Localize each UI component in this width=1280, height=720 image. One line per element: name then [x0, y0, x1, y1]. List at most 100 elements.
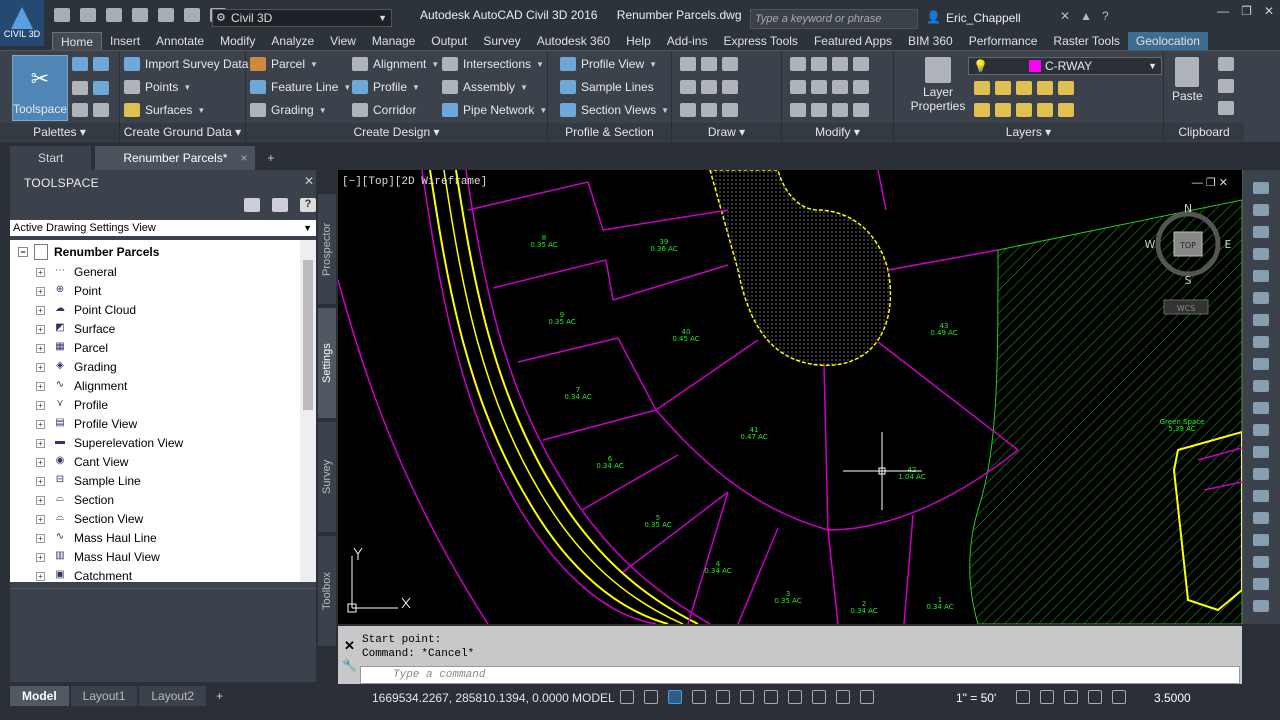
- expand-icon[interactable]: +: [36, 552, 45, 562]
- tab-geolocation[interactable]: Geolocation: [1127, 32, 1208, 50]
- modify-row-3[interactable]: [790, 103, 869, 117]
- viewcube-east[interactable]: E: [1225, 238, 1232, 251]
- transparency-icon[interactable]: [812, 690, 826, 704]
- layer-tools-row-1[interactable]: [974, 81, 1074, 95]
- customize-icon[interactable]: 🔧: [342, 658, 357, 672]
- modify-row-2[interactable]: [790, 80, 869, 94]
- tab-raster-tools[interactable]: Raster Tools: [1045, 32, 1127, 50]
- layer-tools-row-2[interactable]: [974, 103, 1074, 117]
- file-tab-renumber-parcels[interactable]: Renumber Parcels* ×: [95, 146, 256, 170]
- tab-performance[interactable]: Performance: [961, 32, 1046, 50]
- parcel-button[interactable]: Parcel ▼: [250, 57, 318, 71]
- create-ground-title[interactable]: Create Ground Data ▾: [120, 123, 245, 141]
- layer-properties-button[interactable]: Layer Properties: [910, 57, 966, 113]
- toggle-item-view-icon[interactable]: [272, 198, 288, 212]
- surfaces-button[interactable]: Surfaces ▼: [124, 103, 205, 117]
- palette-btn-1[interactable]: [72, 57, 109, 71]
- tree-root[interactable]: − Renumber Parcels: [18, 244, 159, 260]
- tree-item-sample-line[interactable]: + ⊟ Sample Line: [36, 474, 141, 488]
- tab-toolbox[interactable]: Toolbox: [318, 536, 336, 646]
- tab-prospector[interactable]: Prospector: [318, 194, 336, 304]
- object-snap-tracking-icon[interactable]: [740, 690, 754, 704]
- isodraft-icon[interactable]: [716, 690, 730, 704]
- tab-settings[interactable]: Settings: [318, 308, 336, 418]
- expand-icon[interactable]: +: [36, 476, 45, 486]
- viewport-controls-label[interactable]: [−][Top][2D Wireframe]: [342, 176, 487, 188]
- user-icon[interactable]: 👤: [926, 10, 942, 24]
- model-space-toggle[interactable]: MODEL: [572, 691, 615, 705]
- tab-layout1[interactable]: Layout1: [70, 686, 138, 706]
- isolate-objects-icon[interactable]: [1064, 690, 1078, 704]
- expand-icon[interactable]: +: [36, 362, 45, 372]
- feature-line-button[interactable]: Feature Line ▼: [250, 80, 351, 94]
- pan-icon[interactable]: [1253, 204, 1269, 216]
- user-name[interactable]: Eric_Chappell: [946, 11, 1021, 25]
- tab-add-ins[interactable]: Add-ins: [659, 32, 716, 50]
- globe-icon[interactable]: [1253, 292, 1269, 304]
- tree-item-alignment[interactable]: + ∿ Alignment: [36, 379, 127, 393]
- lineweight-icon[interactable]: [788, 690, 802, 704]
- close-icon[interactable]: ✕: [1264, 4, 1274, 18]
- palettes-panel-title[interactable]: Palettes ▾: [0, 123, 119, 141]
- expand-icon[interactable]: +: [36, 514, 45, 524]
- sample-lines-button[interactable]: Sample Lines: [560, 80, 654, 94]
- draw-row-2[interactable]: [680, 80, 738, 94]
- expand-icon[interactable]: +: [36, 457, 45, 467]
- create-design-title[interactable]: Create Design ▾: [246, 123, 547, 141]
- tree-scrollbar[interactable]: [300, 240, 316, 582]
- plus-icon[interactable]: [1040, 690, 1054, 704]
- assembly-button[interactable]: Assembly ▼: [442, 80, 528, 94]
- target-icon[interactable]: [1253, 336, 1269, 348]
- tree-item-profile[interactable]: + ⋎ Profile: [36, 398, 108, 412]
- workspace-switch-icon[interactable]: [1016, 690, 1030, 704]
- pencil-icon[interactable]: [1253, 446, 1269, 458]
- tab-featured-apps[interactable]: Featured Apps: [806, 32, 900, 50]
- tree-item-profile-view[interactable]: + ▤ Profile View: [36, 417, 137, 431]
- toolspace-view-select[interactable]: Active Drawing Settings View ▼: [10, 220, 316, 236]
- settings-icon[interactable]: [1253, 380, 1269, 392]
- drawing-canvas[interactable]: 8 0.35 AC 39 0.36 AC 9 0.35 AC 40 0.45 AC 70…: [338, 170, 1242, 624]
- profile-button[interactable]: Profile ▼: [352, 80, 420, 94]
- modify-row-1[interactable]: [790, 57, 869, 71]
- pipe-network-button[interactable]: Pipe Network ▼: [442, 103, 547, 117]
- close-icon[interactable]: ✕: [344, 638, 355, 654]
- tree-item-cant-view[interactable]: + ◉ Cant View: [36, 455, 128, 469]
- palette-btn-2[interactable]: [72, 81, 109, 95]
- print-icon[interactable]: [158, 8, 174, 22]
- a360-icon[interactable]: ▲: [1080, 9, 1092, 23]
- tab-insert[interactable]: Insert: [102, 32, 148, 50]
- settings-edit-icon[interactable]: [244, 198, 260, 212]
- list-icon[interactable]: [1253, 270, 1269, 282]
- command-input[interactable]: Type a command: [360, 666, 1240, 684]
- tab-output[interactable]: Output: [423, 32, 475, 50]
- clipboard-title[interactable]: Clipboard: [1164, 123, 1244, 141]
- expand-icon[interactable]: +: [36, 305, 45, 315]
- object-snap-icon[interactable]: [764, 690, 778, 704]
- open-icon[interactable]: [80, 8, 96, 22]
- draw-title[interactable]: Draw ▾: [672, 123, 781, 141]
- tree-item-general[interactable]: + ⋯ General: [36, 265, 117, 279]
- collapse-icon[interactable]: −: [18, 247, 28, 257]
- expand-icon[interactable]: +: [36, 400, 45, 410]
- text-icon[interactable]: [1253, 600, 1269, 612]
- orbit-icon[interactable]: [1253, 248, 1269, 260]
- save-as-icon[interactable]: [132, 8, 148, 22]
- maximize-icon[interactable]: ❐: [1206, 177, 1216, 189]
- draw-row-3[interactable]: [680, 103, 738, 117]
- tree-item-superelevation-view[interactable]: + ▬ Superelevation View: [36, 436, 183, 450]
- new-icon[interactable]: [54, 8, 70, 22]
- auto-scale-icon[interactable]: [860, 690, 874, 704]
- tree-item-catchment[interactable]: + ▣ Catchment: [36, 569, 132, 582]
- minimize-icon[interactable]: —: [1217, 4, 1229, 18]
- hardware-acceleration-icon[interactable]: [1088, 690, 1102, 704]
- annotation-scale[interactable]: 1" = 50': [956, 691, 996, 705]
- undo-icon[interactable]: [184, 8, 200, 22]
- close-icon[interactable]: ✕: [1219, 177, 1228, 189]
- scrollbar-thumb[interactable]: [303, 260, 313, 410]
- alignment-button[interactable]: Alignment ▼: [352, 57, 439, 71]
- tree-item-section[interactable]: + ⌓ Section: [36, 493, 114, 507]
- tab-home[interactable]: Home: [52, 32, 103, 50]
- expand-icon[interactable]: +: [36, 381, 45, 391]
- expand-icon[interactable]: +: [36, 571, 45, 581]
- expand-icon[interactable]: +: [36, 286, 45, 296]
